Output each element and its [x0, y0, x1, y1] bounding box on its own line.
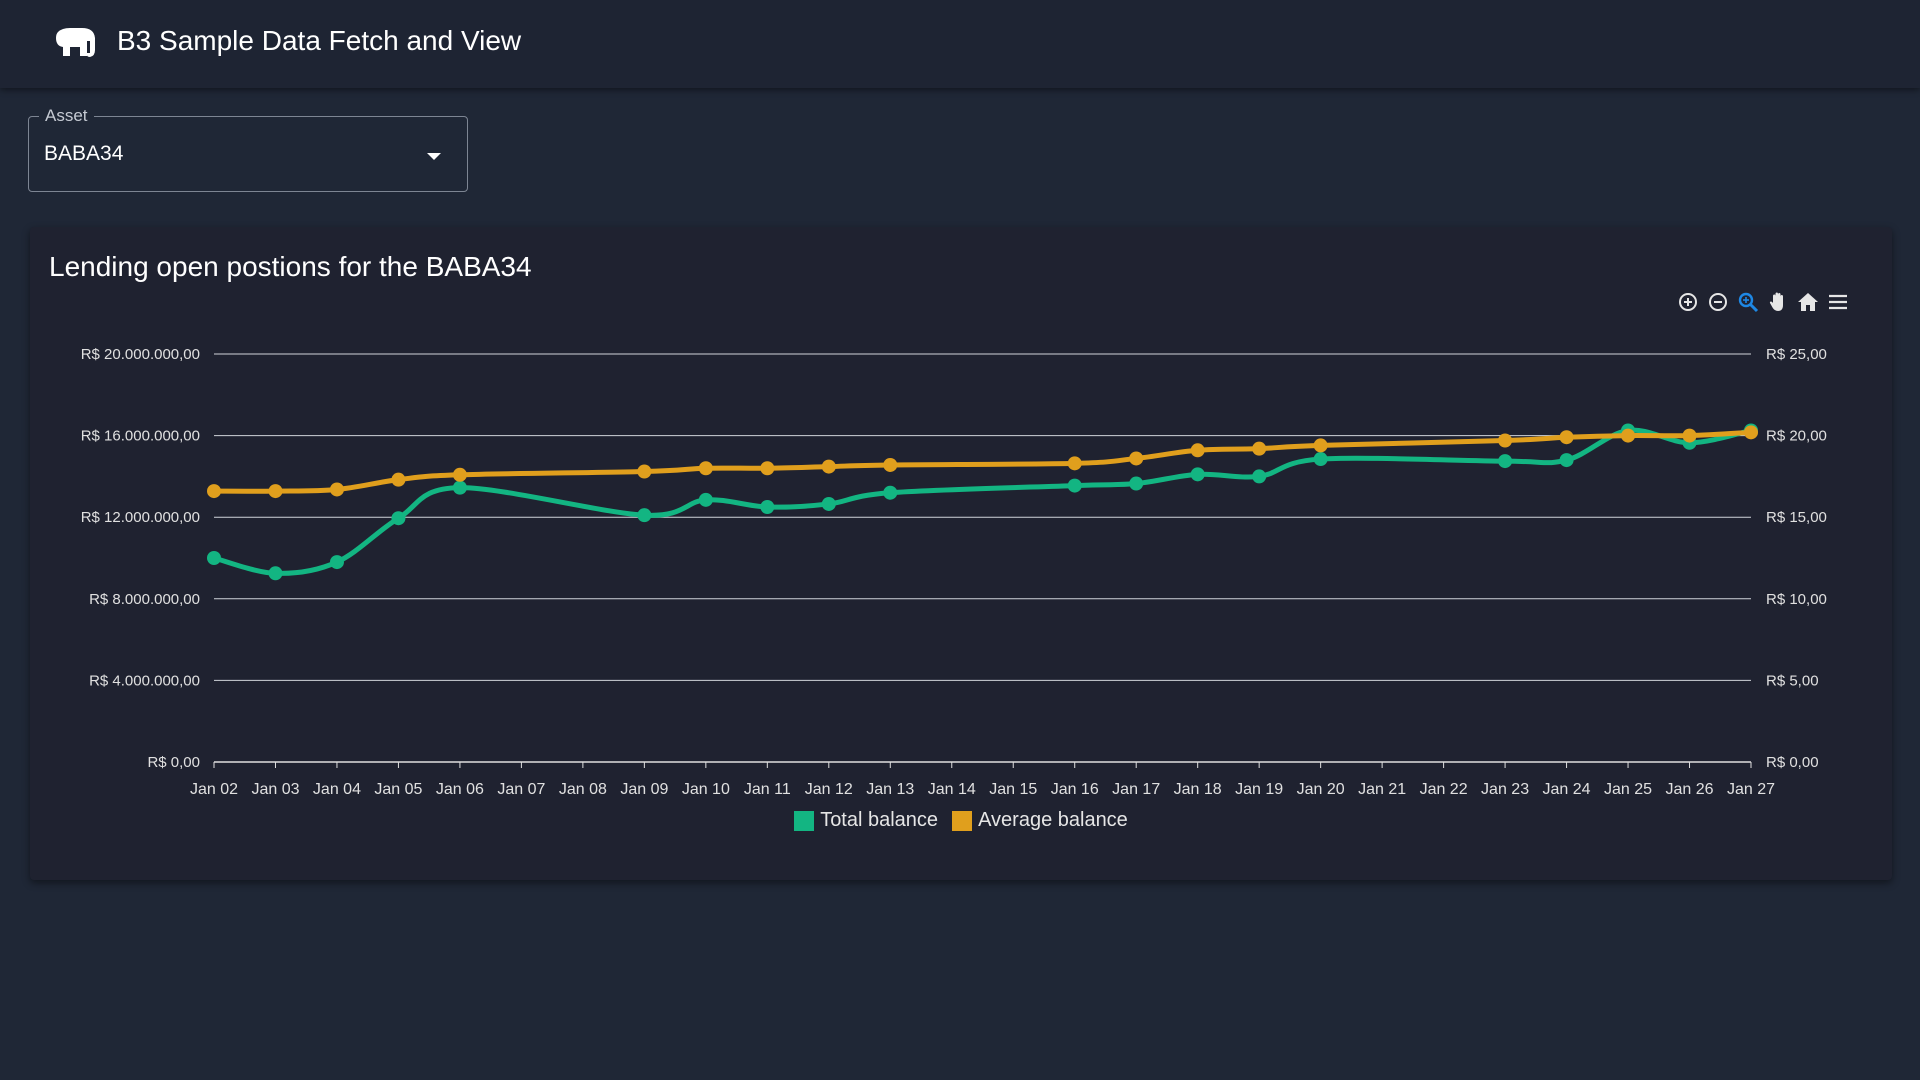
average-balance-point: [1498, 433, 1513, 448]
legend-label-total: Total balance: [820, 809, 939, 831]
asset-select-label: Asset: [39, 106, 94, 126]
total-balance-point: [821, 496, 836, 511]
average-balance-point: [391, 472, 406, 487]
legend-swatch-total: [794, 810, 815, 831]
dropdown-arrow-icon[interactable]: [427, 153, 441, 160]
y-right-tick-label: R$ 10,00: [1766, 591, 1827, 608]
legend-item-total-balance[interactable]: Total balance: [794, 809, 938, 832]
average-balance-point: [452, 467, 467, 482]
total-balance-point: [1313, 452, 1328, 467]
total-balance-point: [1067, 478, 1082, 493]
x-tick-label: Jan 25: [1604, 781, 1652, 798]
total-balance-point: [1559, 453, 1574, 468]
x-tick-label: Jan 02: [190, 781, 238, 798]
x-tick-label: Jan 26: [1665, 781, 1713, 798]
x-tick-label: Jan 05: [374, 781, 422, 798]
x-tick-label: Jan 07: [497, 781, 545, 798]
average-balance-point: [698, 461, 713, 476]
total-balance-point: [637, 508, 652, 523]
app-bar: B3 Sample Data Fetch and View: [0, 0, 1920, 88]
x-tick-label: Jan 23: [1481, 781, 1529, 798]
average-balance-point: [329, 482, 344, 497]
y-right-tick-label: R$ 15,00: [1766, 509, 1827, 526]
x-tick-label: Jan 20: [1297, 781, 1345, 798]
average-balance-point: [821, 459, 836, 474]
line-chart: R$ 0,00 R$ 0,00 R$ 4.000.000,00 R$ 5,00 R$ 8…: [81, 346, 1827, 798]
average-balance-point: [1313, 438, 1328, 453]
total-balance-point: [1252, 469, 1267, 484]
total-balance-point: [1498, 454, 1513, 469]
x-tick-label: Jan 12: [805, 781, 853, 798]
average-balance-point: [1190, 443, 1205, 458]
x-tick-label: Jan 11: [744, 781, 791, 798]
x-tick-label: Jan 15: [989, 781, 1037, 798]
y-left-tick-label: R$ 16.000.000,00: [81, 428, 200, 445]
x-tick-label: Jan 19: [1235, 781, 1283, 798]
average-balance-point: [1252, 441, 1267, 456]
y-right-tick-label: R$ 0,00: [1766, 754, 1819, 771]
total-balance-point: [760, 500, 775, 514]
y-left-tick-label: R$ 4.000.000,00: [89, 672, 200, 689]
x-tick-label: Jan 09: [620, 781, 668, 798]
x-tick-label: Jan 03: [251, 781, 299, 798]
x-tick-label: Jan 18: [1174, 781, 1222, 798]
y-right-tick-label: R$ 5,00: [1766, 672, 1819, 689]
legend-label-average: Average balance: [978, 809, 1128, 831]
y-left-tick-label: R$ 12.000.000,00: [81, 509, 200, 526]
total-balance-point: [452, 480, 467, 495]
y-right-tick-label: R$ 25,00: [1766, 346, 1827, 363]
x-tick-label: Jan 22: [1420, 781, 1468, 798]
y-right-tick-label: R$ 20,00: [1766, 428, 1827, 445]
total-balance-point: [268, 566, 283, 581]
total-balance-line: [213, 427, 1752, 576]
total-balance-point: [391, 511, 406, 526]
total-balance-point: [1129, 476, 1144, 491]
x-tick-label: Jan 14: [928, 781, 976, 798]
average-balance-point: [1682, 428, 1697, 443]
asset-select[interactable]: Asset BABA34: [28, 106, 468, 192]
total-balance-point: [1190, 467, 1205, 482]
x-tick-label: Jan 16: [1051, 781, 1099, 798]
x-tick-label: Jan 06: [436, 781, 484, 798]
y-left-tick-label: R$ 20.000.000,00: [81, 346, 200, 363]
x-tick-label: Jan 04: [313, 781, 361, 798]
x-tick-label: Jan 08: [559, 781, 607, 798]
y-left-tick-label: R$ 0,00: [147, 754, 200, 771]
average-balance-point: [1621, 428, 1636, 443]
total-balance-point: [329, 555, 344, 570]
chart-card: Lending open postions for the BABA34 R$ …: [30, 227, 1892, 880]
x-tick-label: Jan 21: [1358, 781, 1406, 798]
total-balance-point: [207, 551, 221, 565]
average-balance-point: [760, 461, 775, 476]
total-balance-point: [698, 492, 713, 507]
x-tick-label: Jan 13: [866, 781, 914, 798]
average-balance-point: [637, 464, 652, 479]
chart-legend: Total balance Average balance: [30, 809, 1892, 832]
elephant-logo-icon: [56, 28, 95, 57]
x-tick-label: Jan 17: [1112, 781, 1160, 798]
average-balance-point: [1129, 451, 1144, 466]
average-balance-point: [1067, 456, 1082, 471]
legend-swatch-average: [952, 810, 973, 831]
average-balance-point: [268, 484, 283, 499]
y-left-tick-label: R$ 8.000.000,00: [89, 591, 200, 608]
average-balance-point: [1744, 425, 1758, 440]
x-tick-label: Jan 27: [1727, 781, 1775, 798]
average-balance-point: [1559, 430, 1574, 445]
app-title: B3 Sample Data Fetch and View: [117, 25, 522, 56]
total-balance-point: [883, 485, 898, 500]
x-tick-label: Jan 10: [682, 781, 730, 798]
average-balance-point: [883, 457, 898, 472]
average-balance-point: [207, 484, 221, 499]
asset-select-value: BABA34: [44, 142, 124, 165]
legend-item-average-balance[interactable]: Average balance: [952, 809, 1128, 832]
x-tick-label: Jan 24: [1543, 781, 1591, 798]
